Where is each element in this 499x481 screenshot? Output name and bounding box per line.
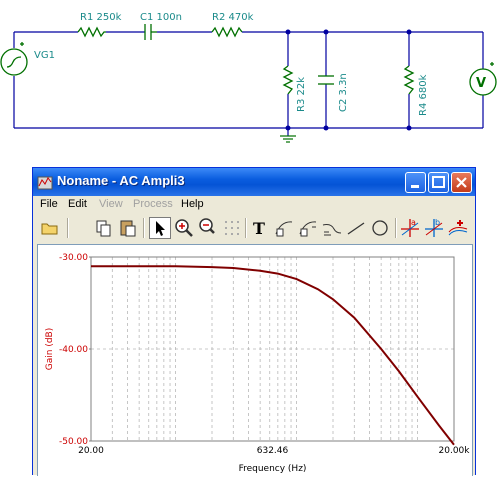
- line-tool-icon[interactable]: [345, 217, 367, 239]
- text-tool-icon[interactable]: T: [249, 217, 271, 239]
- curve-tool-2-icon[interactable]: [297, 217, 319, 239]
- c2-label: C2 3.3n: [338, 73, 349, 112]
- gain-curve: [91, 265, 455, 446]
- toolbar: T a b: [35, 216, 473, 242]
- svg-text:T: T: [253, 219, 265, 238]
- meter-symbol: V: [476, 76, 486, 91]
- cursor-a-icon[interactable]: a: [399, 217, 421, 239]
- close-button[interactable]: [451, 172, 472, 193]
- menu-edit[interactable]: Edit: [68, 198, 87, 210]
- minimize-button[interactable]: [405, 172, 426, 193]
- y-tick-label: -30.00: [59, 253, 88, 263]
- cursor-b-icon[interactable]: b: [423, 217, 445, 239]
- capacitor-c1: [144, 24, 152, 40]
- paste-icon[interactable]: [117, 217, 139, 239]
- plot-area: -30.00 -40.00 -50.00 20.00 632.46 20.00k Gain…: [37, 244, 473, 476]
- y-tick-label: -40.00: [59, 345, 88, 355]
- copy-icon[interactable]: [93, 217, 115, 239]
- capacitor-c2: [318, 75, 334, 85]
- resistor-r2: [211, 26, 243, 38]
- x-tick-label: 20.00: [78, 446, 104, 456]
- grid-icon[interactable]: [221, 217, 243, 239]
- svg-text:b: b: [435, 218, 440, 227]
- minimize-icon: [411, 185, 419, 188]
- zoom-in-icon[interactable]: [173, 217, 195, 239]
- grid-layer: [91, 257, 454, 441]
- zoom-100-icon[interactable]: [197, 217, 219, 239]
- resistor-r3: [282, 65, 294, 95]
- app-icon: [37, 176, 53, 190]
- r1-label: R1 250k: [80, 12, 122, 23]
- ac-analysis-window: Noname - AC Ampli3 File Edit View Proces…: [32, 167, 476, 476]
- r3-label: R3 22k: [296, 77, 307, 112]
- menu-bar: File Edit View Process Help: [33, 196, 475, 214]
- ground-symbol: [280, 135, 296, 143]
- menu-view[interactable]: View: [99, 198, 123, 210]
- r4-label: R4 680k: [418, 74, 429, 116]
- curve-tool-1-icon[interactable]: [273, 217, 295, 239]
- menu-process[interactable]: Process: [133, 198, 173, 210]
- open-folder-icon[interactable]: [39, 217, 61, 239]
- svg-text:a: a: [411, 218, 416, 227]
- source-label: VG1: [34, 50, 55, 61]
- title-bar[interactable]: Noname - AC Ampli3: [33, 168, 475, 196]
- add-trace-icon[interactable]: [447, 217, 469, 239]
- x-axis-label: Frequency (Hz): [239, 464, 307, 474]
- r2-label: R2 470k: [212, 12, 254, 23]
- menu-file[interactable]: File: [40, 198, 58, 210]
- c1-label: C1 100n: [140, 12, 182, 23]
- circle-tool-icon[interactable]: [369, 217, 391, 239]
- menu-help[interactable]: Help: [181, 198, 204, 210]
- curve-tool-3-icon[interactable]: [321, 217, 343, 239]
- resistor-r1: [77, 26, 106, 38]
- x-tick-label: 20.00k: [439, 446, 471, 456]
- y-axis-label: Gain (dB): [45, 328, 55, 370]
- resistor-r4: [403, 65, 415, 95]
- pointer-icon[interactable]: [149, 217, 171, 239]
- x-tick-label: 632.46: [257, 446, 289, 456]
- source-vg1: [0, 48, 28, 76]
- close-icon: [456, 177, 467, 188]
- maximize-button[interactable]: [428, 172, 449, 193]
- tick-layer: -30.00-40.00-50.0020.00 632.46 20.00k: [59, 253, 470, 456]
- circuit-schematic: V VG1 R1 250k C1 100n R2 470k R3 22k C2 …: [0, 12, 497, 143]
- maximize-icon: [432, 176, 445, 188]
- gain-chart: -30.00-40.00-50.0020.00 632.46 20.00k Gain…: [45, 253, 470, 474]
- window-title: Noname - AC Ampli3: [57, 173, 185, 188]
